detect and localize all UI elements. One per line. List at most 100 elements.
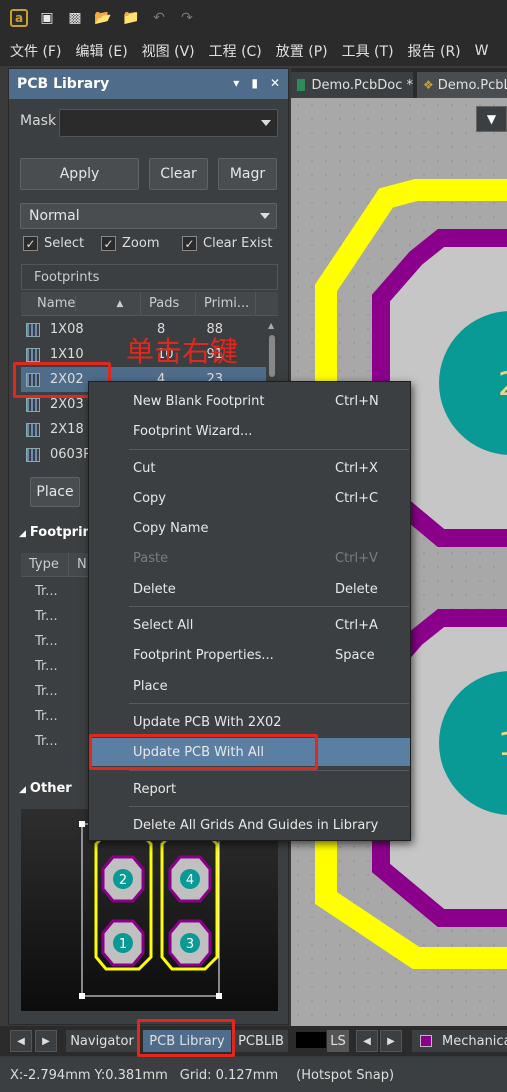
tab-scroll-right-icon[interactable]: ▶	[35, 1030, 57, 1052]
select-checkbox[interactable]: ✓ Select	[23, 236, 84, 251]
menu-cut[interactable]: Cut Ctrl+X	[89, 454, 410, 482]
column-name[interactable]: Name ▲	[21, 292, 141, 315]
zoom-checkbox[interactable]: ✓ Zoom	[101, 236, 159, 251]
primitive-row[interactable]: Tr...	[35, 709, 58, 724]
apply-button[interactable]: Apply	[20, 158, 139, 190]
open-project-icon[interactable]: 📁	[122, 9, 140, 27]
pad-label: 3	[186, 937, 194, 952]
menu-place[interactable]: 放置 (P)	[276, 41, 328, 61]
primitive-row[interactable]: Tr...	[35, 684, 58, 699]
footprint-icon	[26, 422, 40, 437]
menu-delete[interactable]: Delete Delete	[89, 575, 410, 603]
tab-pcblib[interactable]: PCBLIB	[234, 1030, 288, 1052]
footprint-icon	[26, 397, 40, 412]
menu-select-all[interactable]: Select All Ctrl+A	[89, 611, 410, 639]
column-primitives[interactable]: Primi...	[196, 292, 256, 315]
menu-project[interactable]: 工程 (C)	[209, 41, 262, 61]
menu-update-pcb-2x02[interactable]: Update PCB With 2X02	[89, 708, 410, 736]
layer-color-icon	[420, 1035, 432, 1047]
pad-label: 4	[186, 873, 194, 888]
filter-icon[interactable]: ▼	[476, 106, 507, 132]
redo-icon[interactable]: ↷	[178, 9, 196, 27]
primitive-row[interactable]: Tr...	[35, 584, 58, 599]
menu-view[interactable]: 视图 (V)	[142, 41, 195, 61]
check-icon: ✓	[101, 236, 116, 251]
footprint-icon	[26, 447, 40, 462]
menu-window[interactable]: W	[475, 43, 489, 59]
status-bar: X:-2.794mm Y:0.381mm Grid: 0.127mm (Hots…	[0, 1058, 507, 1092]
menu-footprint-wizard[interactable]: Footprint Wizard...	[89, 417, 410, 445]
menu-copy[interactable]: Copy Ctrl+C	[89, 484, 410, 512]
primitive-row[interactable]: Tr...	[35, 734, 58, 749]
bottom-tab-bar: ◀ ▶ Navigator PCB Library PCBLIB LS ◀ ▶ …	[0, 1026, 507, 1056]
tab-scroll-left-icon[interactable]: ◀	[10, 1030, 32, 1052]
menu-separator	[129, 449, 409, 450]
pcb-doc-icon	[297, 79, 306, 91]
pcblib-icon: ❖	[423, 78, 434, 92]
layer-color-swatch[interactable]	[296, 1032, 326, 1048]
magnify-button[interactable]: Magr	[218, 158, 277, 190]
scrollbar-thumb[interactable]	[269, 335, 275, 377]
layer-scroll-right-icon[interactable]: ▶	[380, 1030, 402, 1052]
menu-delete-grids-guides[interactable]: Delete All Grids And Guides in Library	[89, 811, 410, 839]
pin-icon[interactable]: ▮	[251, 76, 258, 90]
menu-bar: 文件 (F) 编辑 (E) 视图 (V) 工程 (C) 放置 (P) 工具 (T…	[0, 36, 507, 66]
menu-paste: Paste Ctrl+V	[133, 550, 378, 566]
primitive-row[interactable]: Tr...	[35, 659, 58, 674]
tab-navigator[interactable]: Navigator	[66, 1030, 138, 1052]
clear-button[interactable]: Clear	[149, 158, 208, 190]
menu-reports[interactable]: 报告 (R)	[408, 41, 461, 61]
context-menu: New Blank Footprint Ctrl+N Footprint Wiza…	[88, 381, 411, 841]
panel-menu-icon[interactable]: ▾	[233, 76, 239, 90]
footprint-icon	[26, 347, 40, 362]
primitive-row[interactable]: Tr...	[35, 634, 58, 649]
menu-place[interactable]: Place	[89, 672, 410, 700]
status-snap: (Hotspot Snap)	[296, 1067, 395, 1083]
menu-footprint-properties[interactable]: Footprint Properties... Space	[89, 641, 410, 669]
sort-asc-icon: ▲	[116, 298, 124, 309]
check-icon: ✓	[23, 236, 38, 251]
open-icon[interactable]: 📂	[94, 9, 112, 27]
footprints-column-header: Name ▲ Pads Primi...	[21, 292, 278, 316]
menu-tools[interactable]: 工具 (T)	[342, 41, 394, 61]
tab-demo-pcblib[interactable]: ❖ Demo.PcbL	[417, 72, 507, 98]
menu-file[interactable]: 文件 (F)	[10, 41, 61, 61]
pad-label: 2	[119, 873, 127, 888]
clear-existing-checkbox[interactable]: ✓ Clear Exist	[182, 236, 273, 251]
panel-title-bar: PCB Library ▾ ▮ ✕	[9, 69, 288, 99]
undo-icon[interactable]: ↶	[150, 9, 168, 27]
mode-select[interactable]: Normal	[20, 203, 277, 229]
menu-copy-name[interactable]: Copy Name	[89, 514, 410, 542]
close-icon[interactable]: ✕	[270, 76, 280, 90]
highlight-box-pcb-library-tab	[137, 1019, 235, 1057]
menu-new-blank-footprint[interactable]: New Blank Footprint Ctrl+N	[89, 387, 410, 415]
tab-mechanical-layer[interactable]: Mechanica	[412, 1030, 507, 1052]
footprints-section-header: Footprints	[21, 264, 278, 290]
annotation-right-click: 单击右键	[126, 335, 239, 368]
footprint-icon	[26, 322, 40, 337]
place-button[interactable]: Place	[30, 477, 80, 507]
canvas-pad-label: 1	[498, 725, 507, 763]
other-section-header[interactable]: ◢ Other	[19, 781, 72, 796]
status-grid: Grid: 0.127mm	[179, 1067, 279, 1083]
altium-logo-icon[interactable]: a	[10, 9, 28, 27]
menu-edit[interactable]: 编辑 (E)	[75, 41, 127, 61]
menu-report[interactable]: Report	[89, 775, 410, 803]
menu-separator	[129, 806, 409, 807]
quick-access-toolbar: a ▣ ▩ 📂 📁 ↶ ↷	[0, 0, 507, 36]
collapse-icon: ◢	[19, 529, 26, 539]
save-all-icon[interactable]: ▩	[66, 9, 84, 27]
layer-set-ls[interactable]: LS	[327, 1030, 349, 1052]
menu-separator	[129, 703, 409, 704]
primitives-section-header[interactable]: ◢ Footprin	[19, 525, 92, 540]
save-icon[interactable]: ▣	[38, 9, 56, 27]
scroll-up-icon[interactable]: ▲	[268, 321, 274, 330]
tab-demo-pcbdoc[interactable]: Demo.PcbDoc *	[291, 72, 413, 98]
column-pads[interactable]: Pads	[141, 292, 196, 315]
column-type[interactable]: Type	[21, 553, 69, 576]
primitive-row[interactable]: Tr...	[35, 609, 58, 624]
mask-input[interactable]	[59, 109, 278, 137]
status-coords: X:-2.794mm Y:0.381mm	[10, 1067, 168, 1083]
layer-scroll-left-icon[interactable]: ◀	[356, 1030, 378, 1052]
canvas-pad-label: 2	[498, 365, 507, 403]
